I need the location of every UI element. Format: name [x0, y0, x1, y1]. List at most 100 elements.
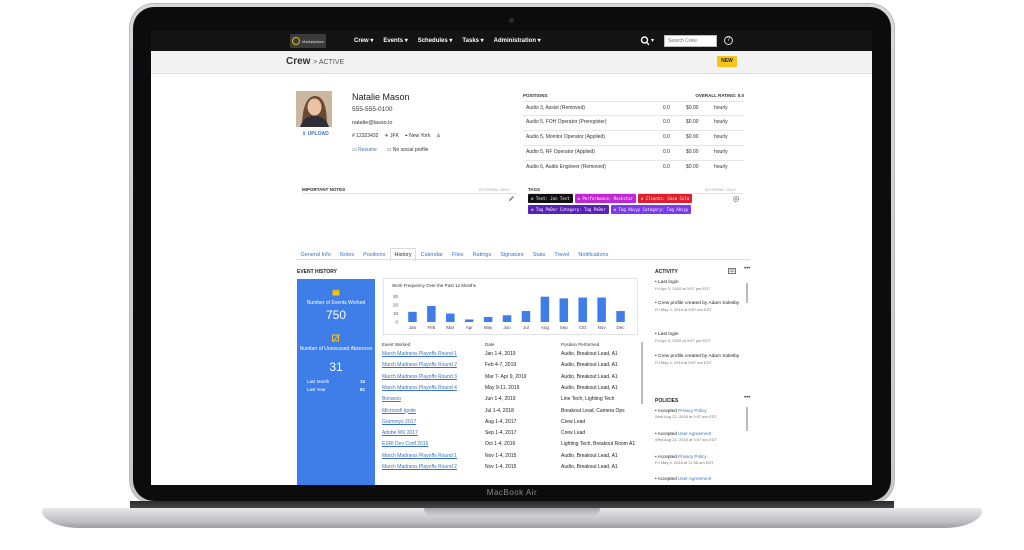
- document-icon: ▭: [352, 147, 357, 153]
- event-date: Nov 1-4, 2015: [485, 464, 517, 470]
- table-row[interactable]: March Madness Playoffs Round 4 May 9-11, …: [382, 385, 641, 396]
- y-tick-label: 10: [393, 311, 399, 316]
- policy-link[interactable]: User Agreement: [678, 476, 711, 481]
- event-name-link[interactable]: March Madness Playoffs Round 2: [382, 464, 457, 470]
- calendar-icon: [332, 289, 340, 296]
- policy-link[interactable]: Privacy Policy: [678, 454, 707, 459]
- event-position: Breakout Lead, Camera Ops: [561, 407, 625, 414]
- chart-bar-may[interactable]: [483, 316, 493, 322]
- gear-icon[interactable]: [732, 195, 740, 203]
- tag-chip[interactable]: ⊗ Clients: Coca Cola: [637, 194, 693, 203]
- position-row[interactable]: Audio 5, Monitor Operator (Applied) 0.0 …: [523, 130, 744, 143]
- chart-bar-oct[interactable]: [578, 297, 587, 322]
- event-position: Audio, Breakout Lead, A1: [561, 373, 618, 380]
- upload-photo-link[interactable]: ⇪ UPLOAD: [302, 131, 329, 137]
- event-name-link[interactable]: March Madness Playoffs Round 2: [382, 362, 457, 368]
- position-row[interactable]: Audio 6, Audio Engineer (Removed) 0.0 $0…: [523, 160, 744, 173]
- table-row[interactable]: March Madness Playoffs Round 1 Nov 1-4, 2…: [382, 453, 641, 464]
- table-row[interactable]: ESRI Dev Conf 2016 Oct 1-4, 2016 Lighting …: [382, 441, 641, 452]
- id-field: # 12323432: [352, 133, 378, 139]
- position-score: 0.0: [663, 105, 670, 111]
- event-name-link[interactable]: March Madness Playoffs Round 1: [382, 453, 457, 459]
- tag-chip[interactable]: ⊗ Text: Jon Test: [528, 194, 573, 203]
- x-tick-label: Mar: [446, 325, 454, 330]
- table-row[interactable]: March Madness Playoffs Round 2 Feb 4-7, 2…: [382, 362, 641, 373]
- x-tick-label: Aug: [541, 325, 550, 330]
- x-tick-label: Dec: [617, 325, 626, 330]
- search-scope-caret-icon[interactable]: ▾: [651, 37, 654, 44]
- new-button[interactable]: NEW: [717, 56, 737, 67]
- position-row[interactable]: Audio 3, Assist (Removed) 0.0 $0.00 hour…: [523, 101, 744, 114]
- keyboard-icon[interactable]: [728, 268, 736, 274]
- nav-schedules[interactable]: Schedules ▾: [418, 37, 453, 44]
- absences-label: Number of Unexcused Absences: [299, 346, 373, 352]
- col-date: Date: [485, 342, 495, 347]
- chart-bar-feb[interactable]: [427, 305, 436, 322]
- chart-bar-apr[interactable]: [464, 319, 474, 322]
- pencil-icon[interactable]: [508, 195, 515, 202]
- tag-chip[interactable]: ⊗ Tag Abcyy Category: Tag Abcyy: [610, 205, 692, 214]
- position-row[interactable]: Audio 5, RF Operator (Applied) 0.0 $0.00…: [523, 145, 744, 158]
- table-row[interactable]: Adobe MX 2017 Sep 1-4, 2017 Crew Lead: [382, 430, 641, 441]
- position-row[interactable]: Audio 5, FOH Operator (Preregister) 0.0 …: [523, 115, 744, 128]
- policies-more-icon[interactable]: •••: [744, 395, 750, 401]
- tag-chip[interactable]: ⊗ Tag PeDor Category: Tag PeDor: [528, 205, 609, 214]
- policy-prefix: • Accepted: [655, 476, 677, 481]
- table-row[interactable]: March Madness Playoffs Round 1 Jan 1-4, 2…: [382, 351, 641, 362]
- event-name-link[interactable]: ESRI Dev Conf 2016: [382, 441, 428, 447]
- position-rate: $0.00: [686, 119, 699, 125]
- chart-bar-dec[interactable]: [616, 311, 625, 322]
- chart-bar-jul[interactable]: [521, 311, 531, 322]
- help-icon[interactable]: ?: [724, 36, 733, 45]
- crew-email: natalie@lasso.io: [352, 120, 393, 126]
- nav-crew[interactable]: Crew ▾: [354, 37, 373, 44]
- table-row[interactable]: March Madness Playoffs Round 3 Mar 7- Apr…: [382, 374, 641, 385]
- event-history-title: EVENT HISTORY: [297, 269, 338, 275]
- event-name-link[interactable]: Grammys 2017: [382, 419, 416, 425]
- table-row[interactable]: Grammys 2017 Aug 1-4, 2017 Crew Lead: [382, 419, 641, 430]
- person-icon: ♙: [436, 133, 441, 139]
- event-position: Audio, Breakout Lead, A1: [561, 362, 618, 369]
- policies-scrollbar[interactable]: [746, 407, 748, 431]
- event-name-link[interactable]: Bonaroo: [382, 396, 401, 402]
- chart-bar-jun[interactable]: [502, 315, 512, 322]
- logo-icon: [292, 37, 300, 45]
- logo[interactable]: Marketplace: [290, 34, 326, 48]
- nav-tasks[interactable]: Tasks ▾: [462, 37, 483, 44]
- last-year-value: 81: [359, 387, 365, 392]
- event-name-link[interactable]: March Madness Playoffs Round 3: [382, 374, 457, 380]
- table-row[interactable]: March Madness Playoffs Round 2 Nov 1-4, 2…: [382, 464, 641, 475]
- chart-bar-aug[interactable]: [540, 296, 550, 322]
- chart-bar-mar[interactable]: [446, 313, 455, 322]
- policy-link[interactable]: Privacy Policy: [678, 408, 707, 413]
- table-row[interactable]: Microsoft Ignite Jul 1-4, 2018 Breakout Le…: [382, 408, 641, 419]
- resume-link[interactable]: Resume: [358, 147, 377, 153]
- camera: [509, 18, 514, 23]
- event-date: Jun 1-4, 2019: [485, 396, 516, 403]
- activity-time: Fri Apr 3, 2020 at 3:07 pm EDT: [655, 286, 711, 291]
- event-name-link[interactable]: March Madness Playoffs Round 1: [382, 351, 457, 357]
- chart-bar-nov[interactable]: [597, 297, 606, 322]
- event-name-link[interactable]: March Madness Playoffs Round 4: [382, 385, 457, 391]
- table-row[interactable]: Bonaroo Jun 1-4, 2019 Line Tech, Lighting …: [382, 396, 641, 407]
- event-name-link[interactable]: Adobe MX 2017: [382, 430, 418, 436]
- positions-title: POSITIONS: [523, 93, 548, 98]
- events-scrollbar[interactable]: [641, 342, 643, 404]
- crew-links: ▭ Resume ▭ No social profile: [352, 147, 428, 153]
- tag-chip[interactable]: ⊗ Performance: Rockstar: [574, 194, 636, 203]
- resume-field[interactable]: ▭ Resume: [352, 147, 377, 153]
- nav-events[interactable]: Events ▾: [383, 37, 407, 44]
- search-icon[interactable]: [640, 35, 650, 47]
- activity-more-icon[interactable]: •••: [744, 266, 750, 272]
- chart-bar-jan[interactable]: [408, 311, 417, 322]
- search-input[interactable]: [664, 35, 717, 47]
- chart-bar-sep[interactable]: [559, 298, 569, 322]
- tag-text: Performance: Rockstar: [582, 196, 633, 201]
- event-name-link[interactable]: Microsoft Ignite: [382, 408, 416, 414]
- chart-title: Work Frequency Over the Past 12 Months: [392, 283, 476, 288]
- nav-administration[interactable]: Administration ▾: [494, 37, 541, 44]
- activity-scrollbar[interactable]: [746, 283, 748, 303]
- policy-link[interactable]: User Agreement: [678, 431, 711, 436]
- page-title[interactable]: Crew: [286, 56, 310, 67]
- activity-item: • Last login Fri Apr 3, 2020 at 3:07 pm …: [655, 280, 741, 292]
